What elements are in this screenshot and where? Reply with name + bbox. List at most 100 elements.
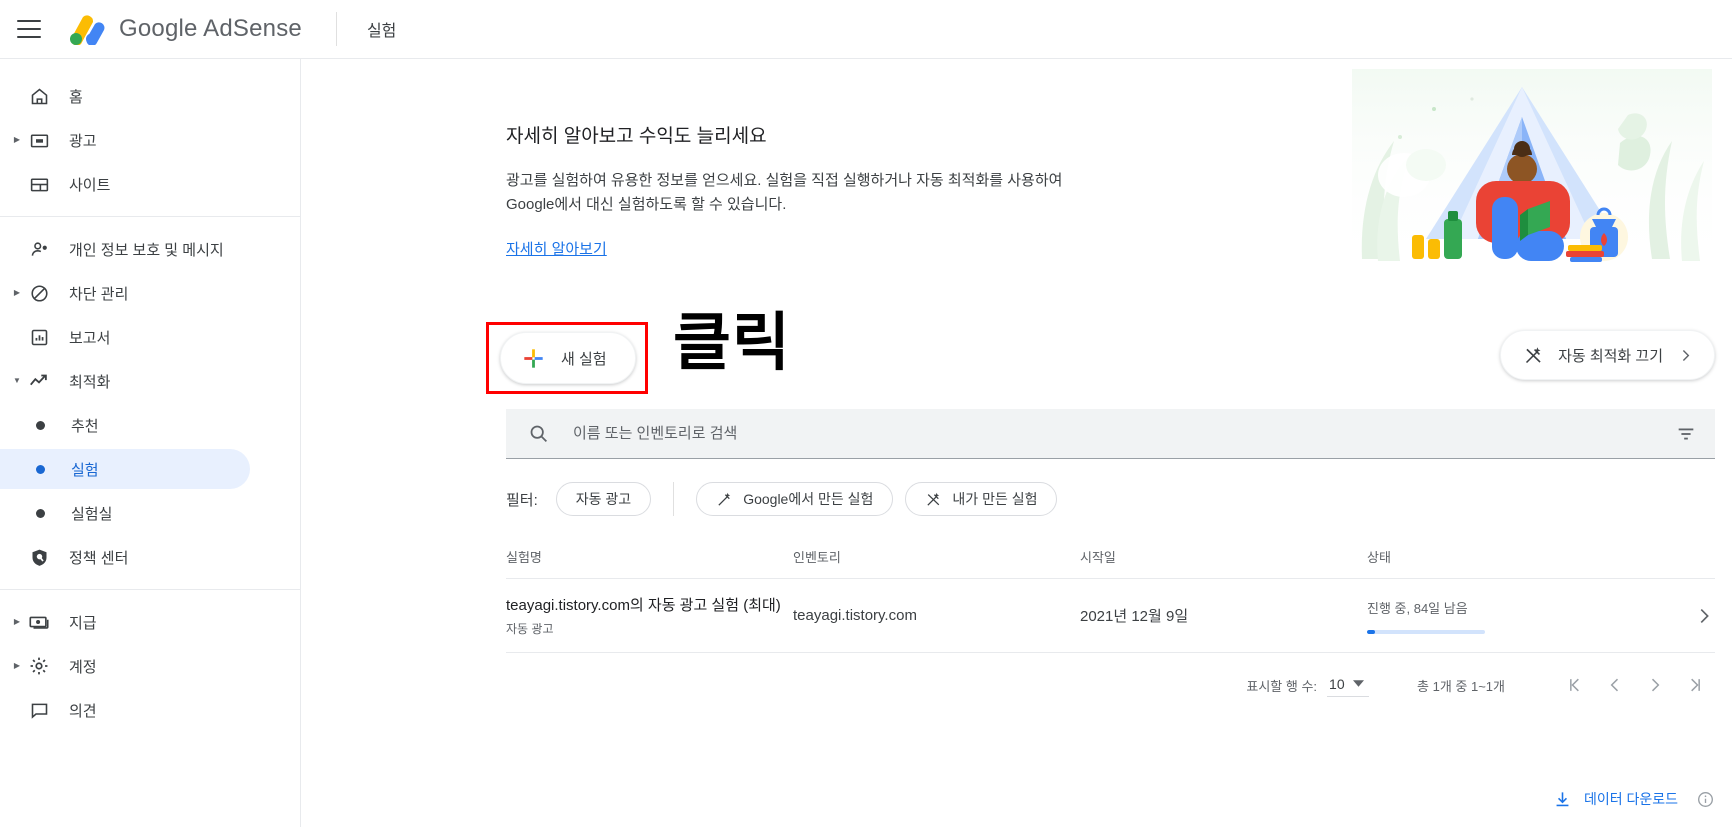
sidebar-item-experiments[interactable]: 실험	[0, 449, 250, 489]
magic-wand-off-icon	[925, 491, 942, 508]
promo-banner: 자세히 알아보고 수익도 늘리세요 광고를 실험하여 유용한 정보를 얻으세요.…	[301, 59, 1732, 309]
filter-chip-google-created[interactable]: Google에서 만든 실험	[696, 482, 894, 516]
filter-divider	[673, 482, 675, 516]
next-page-icon[interactable]	[1635, 665, 1675, 705]
sidebar-item-payments[interactable]: ▶ 지급	[0, 602, 276, 642]
info-circle-icon[interactable]	[1696, 790, 1715, 809]
chevron-right-icon[interactable]: ▶	[10, 662, 24, 670]
sidebar-item-label: 사이트	[69, 176, 111, 194]
reports-bar-chart-icon	[27, 325, 51, 349]
column-header-status[interactable]: 상태	[1367, 547, 1665, 566]
filter-list-icon[interactable]	[1675, 423, 1697, 445]
download-data-button[interactable]: 데이터 다운로드	[1553, 789, 1678, 809]
filters-label: 필터:	[506, 491, 538, 509]
hamburger-menu-icon[interactable]	[17, 20, 41, 38]
chevron-down-icon[interactable]: ▼	[10, 377, 24, 385]
policy-shield-icon	[27, 545, 51, 569]
sidebar-item-ads[interactable]: ▶ 광고	[0, 120, 276, 160]
sidebar-divider	[0, 216, 300, 217]
sidebar-navigation: 홈 ▶ 광고 사이트 개인 정보 보호 및 메시지 ▶ 차단 관리 보고서 ▼ …	[0, 59, 301, 827]
sidebar-divider	[0, 589, 300, 590]
sidebar-item-recommendations[interactable]: 추천	[0, 405, 250, 445]
magic-wand-icon	[716, 491, 733, 508]
chevron-right-icon[interactable]: ▶	[10, 136, 24, 144]
page-title: 실험	[366, 23, 397, 40]
sites-icon	[27, 172, 51, 196]
search-bar[interactable]	[506, 409, 1715, 459]
sidebar-item-label: 개인 정보 보호 및 메시지	[69, 241, 224, 259]
sidebar-item-policy-center[interactable]: 정책 센터	[0, 537, 276, 577]
cell-status: 진행 중, 84일 남음	[1367, 598, 1665, 634]
previous-page-icon[interactable]	[1595, 665, 1635, 705]
sidebar-item-home[interactable]: 홈	[0, 76, 276, 116]
row-chevron-right-icon[interactable]	[1665, 605, 1715, 627]
auto-optimization-button[interactable]: 자동 최적화 끄기	[1500, 330, 1715, 380]
account-gear-icon	[27, 654, 51, 678]
first-page-icon[interactable]	[1555, 665, 1595, 705]
sidebar-item-label: 의견	[69, 702, 97, 720]
chevron-right-icon[interactable]: ▶	[10, 618, 24, 626]
sidebar-item-privacy-messaging[interactable]: 개인 정보 보호 및 메시지	[0, 229, 276, 269]
adsense-logo-icon	[65, 13, 107, 45]
filter-chip-auto-ads[interactable]: 자동 광고	[555, 482, 652, 516]
sidebar-item-labs[interactable]: 실험실	[0, 493, 250, 533]
sidebar-item-account[interactable]: ▶ 계정	[0, 646, 276, 686]
filter-chip-label: 자동 광고	[575, 491, 632, 507]
filter-chip-row: 필터: 자동 광고 Google에서 만든 실험 내가 만든 실험	[506, 471, 1732, 527]
top-app-bar: Google AdSense 실험	[0, 0, 1732, 59]
payments-money-icon	[27, 610, 51, 634]
action-row: 새 실험 클릭 자동 최적화 끄기	[301, 305, 1732, 401]
optimization-trending-up-icon	[27, 369, 51, 393]
bullet-dot-icon	[36, 508, 45, 518]
experiments-table: 실험명 인벤토리 시작일 상태 teayagi.tistory.com의 자동 …	[506, 535, 1715, 653]
ads-icon	[27, 128, 51, 152]
rows-per-page-select[interactable]: 10	[1327, 674, 1370, 697]
brand-name: Google AdSense	[119, 15, 302, 42]
table-row[interactable]: teayagi.tistory.com의 자동 광고 실험 (최대) 자동 광고…	[506, 579, 1715, 653]
column-header-name[interactable]: 실험명	[506, 547, 793, 566]
main-content: 자세히 알아보고 수익도 늘리세요 광고를 실험하여 유용한 정보를 얻으세요.…	[301, 59, 1732, 827]
click-annotation-text: 클릭	[673, 306, 791, 379]
bullet-dot-icon	[36, 464, 45, 474]
sidebar-item-label: 보고서	[69, 329, 111, 347]
sidebar-subitem-label: 실험	[71, 461, 99, 479]
sidebar-item-reports[interactable]: 보고서	[0, 317, 276, 357]
cell-inventory: teayagi.tistory.com	[793, 607, 917, 624]
sidebar-item-blocking-controls[interactable]: ▶ 차단 관리	[0, 273, 276, 313]
last-page-icon[interactable]	[1675, 665, 1715, 705]
new-experiment-label: 새 실험	[561, 350, 607, 368]
progress-bar-fill	[1367, 629, 1376, 634]
sidebar-item-sites[interactable]: 사이트	[0, 164, 276, 204]
sidebar-item-label: 계정	[69, 658, 97, 676]
sidebar-subitem-label: 실험실	[71, 505, 113, 523]
brand-logo-group[interactable]: Google AdSense	[65, 13, 302, 45]
table-header-row: 실험명 인벤토리 시작일 상태	[506, 535, 1715, 579]
experiment-type-text: 자동 광고	[506, 621, 554, 636]
sidebar-item-optimization[interactable]: ▼ 최적화	[0, 361, 276, 401]
cell-experiment-name: teayagi.tistory.com의 자동 광고 실험 (최대) 자동 광고	[506, 595, 793, 637]
chevron-right-icon	[1677, 347, 1694, 364]
home-icon	[27, 84, 51, 108]
google-plus-icon	[523, 348, 544, 369]
sidebar-group-main: 홈 ▶ 광고 사이트	[0, 76, 300, 204]
filter-chip-label: 내가 만든 실험	[952, 491, 1038, 507]
privacy-person-icon	[27, 237, 51, 261]
learn-more-link[interactable]: 자세히 알아보기	[506, 241, 607, 258]
experiment-name-text: teayagi.tistory.com의 자동 광고 실험 (최대)	[506, 596, 781, 614]
download-icon	[1553, 790, 1572, 809]
new-experiment-button[interactable]: 새 실험	[500, 332, 636, 384]
adsense-experiments-page: Google AdSense 실험 홈 ▶ 광고 사이트 개인 정보 보호 및 …	[0, 0, 1732, 827]
cell-start-date: 2021년 12월 9일	[1080, 608, 1189, 625]
sidebar-item-label: 광고	[69, 132, 97, 150]
column-header-start-date[interactable]: 시작일	[1080, 547, 1367, 566]
filter-chip-my-experiments[interactable]: 내가 만든 실험	[905, 482, 1058, 516]
download-data-label: 데이터 다운로드	[1583, 791, 1678, 807]
pagination-range-label: 총 1개 중 1~1개	[1417, 678, 1505, 694]
chevron-right-icon[interactable]: ▶	[10, 289, 24, 297]
sidebar-item-feedback[interactable]: 의견	[0, 690, 276, 730]
column-header-inventory[interactable]: 인벤토리	[793, 547, 1080, 566]
sidebar-item-label: 정책 센터	[69, 549, 129, 567]
sidebar-subitem-label: 추천	[71, 417, 99, 435]
auto-optimization-label: 자동 최적화 끄기	[1558, 347, 1663, 365]
search-input[interactable]	[571, 424, 1675, 443]
